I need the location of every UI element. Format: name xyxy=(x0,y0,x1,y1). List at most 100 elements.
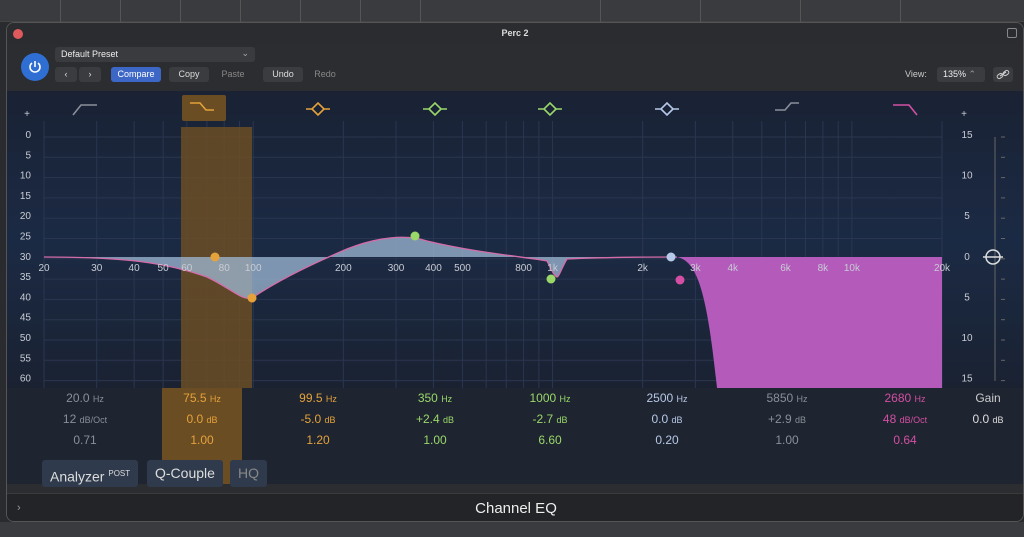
hq-button[interactable]: HQ xyxy=(230,460,267,487)
eq-graph[interactable]: + +0 5 10 15 20 25 30 35 40 45 50 55 60 15 10 5 0 5 10 15 20 3… xyxy=(7,91,1023,388)
bell-band-toggle-icon[interactable] xyxy=(655,101,679,117)
band-handle-6[interactable] xyxy=(675,275,685,285)
band-handle-2[interactable] xyxy=(247,293,257,303)
undo-button[interactable]: Undo xyxy=(263,67,303,82)
band-handle-5[interactable] xyxy=(666,252,676,262)
q-value[interactable]: 0.71 xyxy=(45,430,125,451)
freq-label: 500 xyxy=(454,263,471,274)
window-title: Perc 2 xyxy=(501,28,529,38)
gain-label: Gain xyxy=(975,391,1001,405)
previous-preset-button[interactable]: ‹ xyxy=(55,67,77,82)
analyzer-button[interactable]: Analyzer POST xyxy=(42,460,139,487)
bell-band-toggle-icon[interactable] xyxy=(423,101,447,117)
add-right-label: + xyxy=(961,109,967,120)
gain-scale-label: 5 xyxy=(964,292,970,303)
low-shelf-band-toggle-icon[interactable] xyxy=(182,95,226,121)
view-label: View: xyxy=(905,69,927,79)
freq-label: 1k xyxy=(547,263,559,274)
link-icon xyxy=(996,69,1010,80)
freq-label: 80 xyxy=(219,263,231,274)
db-scale-label: 20 xyxy=(20,211,32,222)
gain-scale-label: 5 xyxy=(964,211,970,222)
q-value[interactable]: 0.64 xyxy=(865,430,945,451)
gain-value: 0.0 dB xyxy=(972,412,1004,426)
band-handle-4[interactable] xyxy=(546,274,556,284)
db-scale-label: 10 xyxy=(20,171,32,182)
freq-label: 100 xyxy=(245,263,262,274)
q-value[interactable]: 1.20 xyxy=(278,430,358,451)
plugin-window: Perc 2 Default Preset ⌄ ‹ › Compare Copy… xyxy=(6,22,1024,522)
q-value[interactable]: 1.00 xyxy=(162,430,242,451)
paste-button[interactable]: Paste xyxy=(213,67,253,82)
gain-slope-value[interactable]: 0.0 dB xyxy=(627,409,707,430)
freq-label: 2k xyxy=(637,263,649,274)
db-scale-label: 40 xyxy=(20,292,32,303)
power-icon xyxy=(29,61,41,73)
high-cut-band-toggle-icon[interactable] xyxy=(893,104,918,116)
freq-label: 3k xyxy=(690,263,702,274)
frequency-value[interactable]: 20.0 Hz xyxy=(45,388,125,409)
gain-slope-value[interactable]: +2.4 dB xyxy=(395,409,475,430)
gain-param[interactable]: Gain 0.0 dB xyxy=(953,388,1023,430)
band-handle-1[interactable] xyxy=(210,252,220,262)
db-scale-label: 25 xyxy=(20,232,32,243)
bell-band-toggle-icon[interactable] xyxy=(306,101,330,117)
band-handle-3[interactable] xyxy=(410,231,420,241)
gain-scale-label: 15 xyxy=(961,130,973,141)
high-shelf-band-toggle-icon[interactable] xyxy=(775,102,799,111)
redo-button[interactable]: Redo xyxy=(305,67,345,82)
gain-scale-label: 10 xyxy=(961,333,973,344)
frequency-value[interactable]: 350 Hz xyxy=(395,388,475,409)
gain-scale-label: 15 xyxy=(961,374,973,385)
gain-slope-value[interactable]: -2.7 dB xyxy=(510,409,590,430)
freq-label: 300 xyxy=(388,263,405,274)
add-left-label: + xyxy=(24,109,30,120)
frequency-value[interactable]: 99.5 Hz xyxy=(278,388,358,409)
freq-label: 30 xyxy=(91,263,103,274)
q-value[interactable]: 6.60 xyxy=(510,430,590,451)
chevron-down-icon: ⌄ xyxy=(241,48,249,58)
db-scale-label: 15 xyxy=(20,191,32,202)
host-track-area xyxy=(0,0,1024,22)
link-button[interactable] xyxy=(993,67,1013,82)
low-cut-band-toggle-icon[interactable] xyxy=(72,104,97,116)
q-value[interactable]: 1.00 xyxy=(747,430,827,451)
gain-slope-value[interactable]: 12 dB/Oct xyxy=(45,409,125,430)
plugin-name: Channel EQ xyxy=(475,500,557,517)
frequency-value[interactable]: 75.5 Hz xyxy=(162,388,242,409)
q-value[interactable]: 0.20 xyxy=(627,430,707,451)
preset-dropdown[interactable]: Default Preset ⌄ xyxy=(55,47,255,62)
compare-button[interactable]: Compare xyxy=(111,67,161,82)
freq-label: 40 xyxy=(129,263,141,274)
power-button[interactable] xyxy=(21,53,49,81)
db-scale-label: 5 xyxy=(25,150,31,161)
chevron-right-icon: › xyxy=(88,69,92,79)
frequency-value[interactable]: 5850 Hz xyxy=(747,388,827,409)
db-scale-label: 30 xyxy=(20,252,32,263)
q-value[interactable]: 1.00 xyxy=(395,430,475,451)
next-preset-button[interactable]: › xyxy=(79,67,101,82)
frequency-value[interactable]: 2500 Hz xyxy=(627,388,707,409)
freq-label: 60 xyxy=(181,263,193,274)
gain-slope-value[interactable]: -5.0 dB xyxy=(278,409,358,430)
title-bar: Perc 2 xyxy=(7,23,1023,45)
bell-band-toggle-icon[interactable] xyxy=(538,101,562,117)
freq-label: 800 xyxy=(515,263,532,274)
plugin-header: Default Preset ⌄ ‹ › Compare Copy Paste … xyxy=(7,45,1023,91)
frequency-value[interactable]: 2680 Hz xyxy=(865,388,945,409)
gain-slope-value[interactable]: 48 dB/Oct xyxy=(865,409,945,430)
view-zoom-dropdown[interactable]: 135% ⌃ xyxy=(937,67,985,82)
freq-label: 400 xyxy=(425,263,442,274)
gain-scale-label: 0 xyxy=(964,252,970,263)
db-scale-label: 50 xyxy=(20,333,32,344)
q-couple-button[interactable]: Q-Couple xyxy=(147,460,223,487)
db-scale-label: 45 xyxy=(20,313,32,324)
gain-slope-value[interactable]: +2.9 dB xyxy=(747,409,827,430)
gain-slope-value[interactable]: 0.0 dB xyxy=(162,409,242,430)
window-link-icon[interactable] xyxy=(1007,28,1017,38)
view-zoom-value: 135% xyxy=(943,69,967,79)
freq-label: 200 xyxy=(335,263,352,274)
frequency-value[interactable]: 1000 Hz xyxy=(510,388,590,409)
db-scale-label: 60 xyxy=(20,374,32,385)
copy-button[interactable]: Copy xyxy=(169,67,209,82)
